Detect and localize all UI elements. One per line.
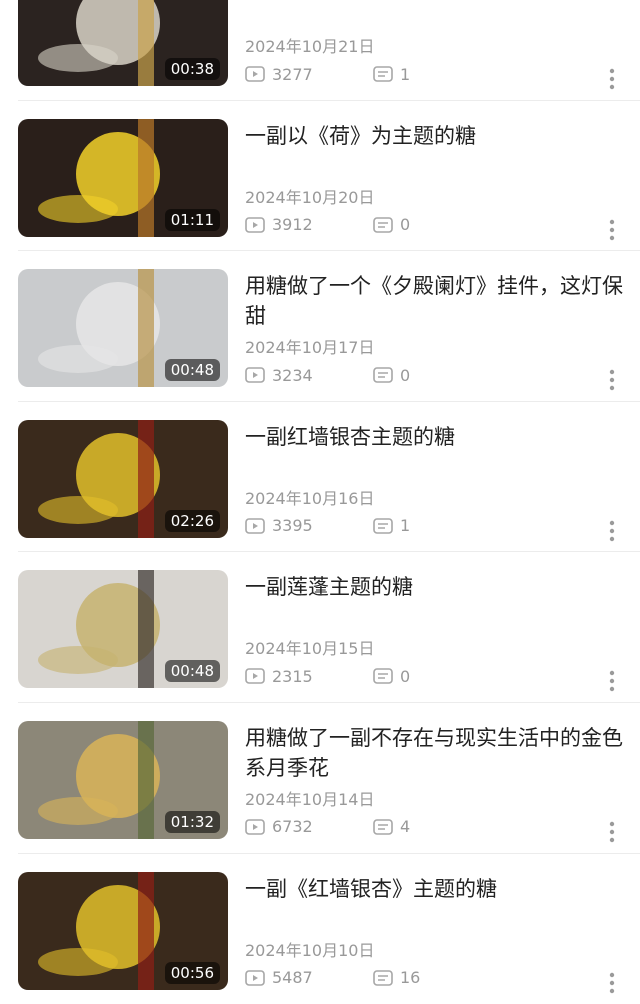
video-stats: 3234 0 xyxy=(245,364,465,386)
video-list-item[interactable]: 01:32 用糖做了一副不存在与现实生活中的金色系月季花 2024年10月14日… xyxy=(0,703,640,854)
video-date: 2024年10月10日 xyxy=(245,940,375,960)
video-duration: 01:11 xyxy=(164,208,220,231)
play-count: 3395 xyxy=(245,516,373,535)
more-vertical-icon xyxy=(609,821,615,843)
video-title[interactable]: 用糖做了一副不存在与现实生活中的金色系月季花 xyxy=(245,723,630,783)
video-date: 2024年10月15日 xyxy=(245,639,375,659)
play-count-icon xyxy=(245,668,265,685)
play-count-value: 6732 xyxy=(272,817,313,837)
play-count-value: 3395 xyxy=(272,516,313,536)
video-list-item[interactable]: 02:26 一副红墙银杏主题的糖 2024年10月16日 3395 1 xyxy=(0,402,640,553)
video-stats: 3395 1 xyxy=(245,515,465,537)
comment-count: 0 xyxy=(373,215,410,234)
play-count-icon xyxy=(245,66,265,82)
comment-count-icon xyxy=(373,66,393,82)
video-list-item[interactable]: 00:48 一副莲蓬主题的糖 2024年10月15日 2315 0 xyxy=(0,552,640,703)
video-list-item[interactable]: 00:38 2024年10月21日 3277 1 xyxy=(0,0,640,101)
video-stats: 2315 0 xyxy=(245,665,465,687)
video-title[interactable]: 用糖做了一个《夕殿阑灯》挂件，这灯保甜 xyxy=(245,271,630,331)
comment-count: 16 xyxy=(373,968,420,987)
play-count-icon xyxy=(245,216,265,233)
comment-count-value: 16 xyxy=(400,968,421,988)
play-count: 2315 xyxy=(245,667,373,686)
video-thumbnail[interactable]: 01:11 xyxy=(18,118,228,237)
comment-count-value: 1 xyxy=(400,64,411,84)
play-count-icon xyxy=(245,819,265,835)
comment-count-icon xyxy=(373,969,393,986)
more-vertical-icon xyxy=(609,972,615,993)
comment-count: 1 xyxy=(373,65,410,84)
video-date: 2024年10月17日 xyxy=(245,338,375,358)
video-thumbnail[interactable]: 00:48 xyxy=(18,570,228,689)
play-count-value: 3277 xyxy=(272,64,313,84)
comment-count-icon xyxy=(373,216,393,233)
more-options-button[interactable] xyxy=(604,217,620,243)
video-title[interactable]: 一副以《荷》为主题的糖 xyxy=(245,121,630,151)
video-thumbnail[interactable]: 00:48 xyxy=(18,269,228,388)
more-options-button[interactable] xyxy=(604,518,620,544)
play-count: 6732 xyxy=(245,817,373,836)
video-list-item[interactable]: 01:11 一副以《荷》为主题的糖 2024年10月20日 3912 0 xyxy=(0,101,640,252)
comment-count-value: 0 xyxy=(400,365,411,385)
play-count: 3912 xyxy=(245,215,373,234)
play-count-icon xyxy=(245,969,265,986)
video-stats: 5487 16 xyxy=(245,967,465,989)
video-title[interactable]: 一副《红墙银杏》主题的糖 xyxy=(245,874,630,904)
video-stats: 3912 0 xyxy=(245,214,465,236)
video-date: 2024年10月21日 xyxy=(245,37,375,56)
comment-count-value: 0 xyxy=(400,666,411,686)
video-duration: 00:48 xyxy=(164,660,220,683)
video-duration: 01:32 xyxy=(164,810,220,833)
more-vertical-icon xyxy=(609,671,615,692)
play-count-value: 5487 xyxy=(272,968,313,988)
more-vertical-icon xyxy=(609,68,615,90)
more-vertical-icon xyxy=(609,369,615,391)
play-count: 5487 xyxy=(245,968,373,987)
more-options-button[interactable] xyxy=(604,970,620,996)
video-duration: 00:38 xyxy=(164,58,220,80)
video-stats: 6732 4 xyxy=(245,816,465,838)
video-date: 2024年10月16日 xyxy=(245,488,375,508)
video-date: 2024年10月14日 xyxy=(245,789,375,809)
comment-count-value: 0 xyxy=(400,215,411,235)
more-options-button[interactable] xyxy=(604,367,620,393)
comment-count: 0 xyxy=(373,366,410,385)
play-count: 3234 xyxy=(245,366,373,385)
comment-count-icon xyxy=(373,517,393,534)
comment-count: 4 xyxy=(373,817,410,836)
video-thumbnail[interactable]: 01:32 xyxy=(18,720,228,839)
play-count-icon xyxy=(245,517,265,534)
play-count-value: 3234 xyxy=(272,365,313,385)
comment-count-icon xyxy=(373,819,393,835)
play-count-icon xyxy=(245,367,265,383)
video-date: 2024年10月20日 xyxy=(245,187,375,207)
play-count: 3277 xyxy=(245,65,373,84)
comment-count-value: 1 xyxy=(400,516,411,536)
play-count-value: 3912 xyxy=(272,215,313,235)
video-thumbnail[interactable]: 00:56 xyxy=(18,871,228,990)
video-thumbnail[interactable]: 00:38 xyxy=(18,0,228,86)
comment-count-icon xyxy=(373,367,393,383)
video-stats: 3277 1 xyxy=(245,63,465,85)
more-vertical-icon xyxy=(609,520,615,541)
comment-count-value: 4 xyxy=(400,817,411,837)
more-options-button[interactable] xyxy=(604,66,620,92)
more-vertical-icon xyxy=(609,219,615,240)
video-duration: 02:26 xyxy=(164,509,220,532)
more-options-button[interactable] xyxy=(604,819,620,845)
video-title[interactable]: 一副莲蓬主题的糖 xyxy=(245,572,630,602)
video-list-item[interactable]: 00:48 用糖做了一个《夕殿阑灯》挂件，这灯保甜 2024年10月17日 32… xyxy=(0,251,640,402)
comment-count: 1 xyxy=(373,516,410,535)
play-count-value: 2315 xyxy=(272,666,313,686)
video-duration: 00:56 xyxy=(164,961,220,984)
video-duration: 00:48 xyxy=(164,359,220,382)
video-thumbnail[interactable]: 02:26 xyxy=(18,419,228,538)
video-list-item[interactable]: 00:56 一副《红墙银杏》主题的糖 2024年10月10日 5487 16 xyxy=(0,854,640,1004)
video-title[interactable]: 一副红墙银杏主题的糖 xyxy=(245,422,630,452)
comment-count-icon xyxy=(373,668,393,685)
comment-count: 0 xyxy=(373,667,410,686)
video-list: 00:38 2024年10月21日 3277 1 01:11 一副以《荷》为主题… xyxy=(0,0,640,1004)
more-options-button[interactable] xyxy=(604,668,620,694)
